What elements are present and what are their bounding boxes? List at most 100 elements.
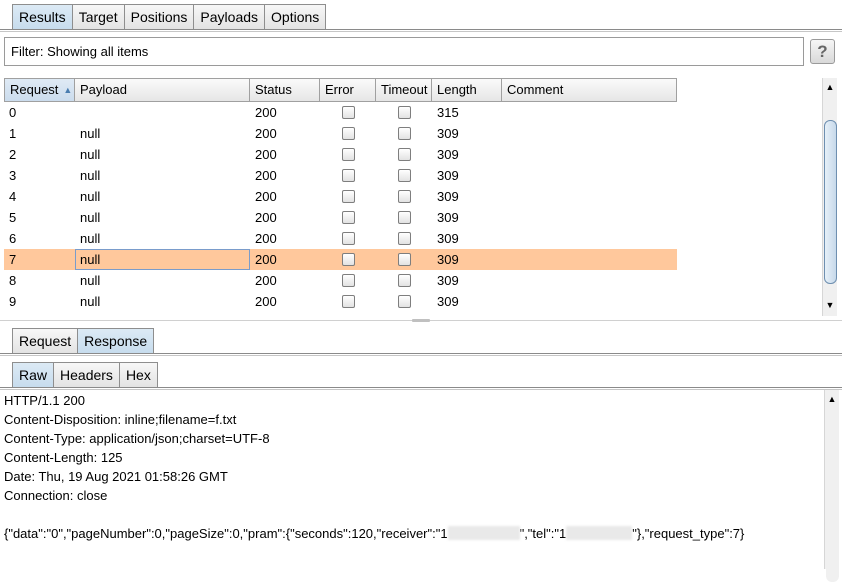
table-row[interactable]: 2 null 200 309 xyxy=(4,144,677,165)
tab-divider xyxy=(0,29,842,30)
help-icon: ? xyxy=(817,42,828,61)
cell-timeout xyxy=(376,123,432,144)
scroll-up-icon[interactable]: ▲ xyxy=(823,80,837,94)
response-header-line: HTTP/1.1 200 xyxy=(4,393,85,408)
cell-payload: null xyxy=(80,189,101,204)
tab-hex[interactable]: Hex xyxy=(118,362,158,387)
timeout-checkbox[interactable] xyxy=(397,106,411,119)
timeout-checkbox[interactable] xyxy=(397,274,411,287)
cell-comment xyxy=(502,123,677,144)
cell-comment xyxy=(502,228,677,249)
response-text-area[interactable]: HTTP/1.1 200 Content-Disposition: inline… xyxy=(0,390,824,569)
cell-request: 2 xyxy=(9,147,17,162)
column-header-length[interactable]: Length xyxy=(432,78,502,102)
cell-length: 309 xyxy=(437,168,459,183)
table-row-selected[interactable]: 7 null 200 309 xyxy=(4,249,677,270)
timeout-checkbox[interactable] xyxy=(397,253,411,266)
cell-error xyxy=(320,207,376,228)
cell-length: 309 xyxy=(437,294,459,309)
column-header-error[interactable]: Error xyxy=(320,78,376,102)
tab-headers[interactable]: Headers xyxy=(53,362,120,387)
timeout-checkbox[interactable] xyxy=(397,190,411,203)
tab-results[interactable]: Results xyxy=(12,4,73,29)
table-row[interactable]: 9 null 200 309 xyxy=(4,291,677,312)
table-row[interactable]: 0 200 315 xyxy=(4,102,677,123)
help-button[interactable]: ? xyxy=(810,39,835,64)
table-row[interactable]: 6 null 200 309 xyxy=(4,228,677,249)
cell-error xyxy=(320,123,376,144)
error-checkbox[interactable] xyxy=(341,232,355,245)
tab-payloads[interactable]: Payloads xyxy=(193,4,266,29)
table-row[interactable]: 4 null 200 309 xyxy=(4,186,677,207)
column-header-status[interactable]: Status xyxy=(250,78,320,102)
table-row[interactable]: 8 null 200 309 xyxy=(4,270,677,291)
tab-positions[interactable]: Positions xyxy=(123,4,195,29)
error-checkbox[interactable] xyxy=(341,169,355,182)
cell-comment xyxy=(502,270,677,291)
cell-error xyxy=(320,291,376,312)
tab-raw[interactable]: Raw xyxy=(12,362,55,387)
cell-request: 0 xyxy=(9,105,17,120)
tab-response[interactable]: Response xyxy=(77,328,155,353)
table-row[interactable]: 3 null 200 309 xyxy=(4,165,677,186)
response-header-line: Content-Length: 125 xyxy=(4,450,123,465)
cell-timeout xyxy=(376,291,432,312)
cell-request: 4 xyxy=(9,189,17,204)
scroll-down-icon[interactable]: ▼ xyxy=(823,298,837,312)
cell-status: 200 xyxy=(255,168,277,183)
error-checkbox[interactable] xyxy=(341,211,355,224)
cell-comment xyxy=(502,207,677,228)
tab-divider xyxy=(0,353,842,354)
cell-payload: null xyxy=(80,231,101,246)
view-tabs: Raw Headers Hex xyxy=(12,362,158,387)
cell-timeout xyxy=(376,186,432,207)
tab-target[interactable]: Target xyxy=(71,4,125,29)
scrollbar-thumb[interactable] xyxy=(824,120,837,284)
error-checkbox[interactable] xyxy=(341,127,355,140)
cell-comment xyxy=(502,186,677,207)
timeout-checkbox[interactable] xyxy=(397,295,411,308)
timeout-checkbox[interactable] xyxy=(397,127,411,140)
splitter-handle-icon[interactable] xyxy=(412,319,430,322)
table-header: Request ▲ Payload Status Error Timeout Le… xyxy=(4,78,677,102)
column-header-payload[interactable]: Payload xyxy=(75,78,250,102)
timeout-checkbox[interactable] xyxy=(397,148,411,161)
error-checkbox[interactable] xyxy=(341,106,355,119)
cell-length: 309 xyxy=(437,189,459,204)
cell-request: 9 xyxy=(9,294,17,309)
timeout-checkbox[interactable] xyxy=(397,232,411,245)
cell-timeout xyxy=(376,249,432,270)
scrollbar-track[interactable] xyxy=(826,410,839,582)
error-checkbox[interactable] xyxy=(341,148,355,161)
error-checkbox[interactable] xyxy=(341,295,355,308)
response-body-line: {"data":"0","pageNumber":0,"pageSize":0,… xyxy=(4,526,745,541)
cell-payload: null xyxy=(80,147,101,162)
response-scrollbar[interactable]: ▲ xyxy=(824,390,839,582)
tab-options[interactable]: Options xyxy=(264,4,327,29)
cell-length: 309 xyxy=(437,147,459,162)
scroll-up-icon[interactable]: ▲ xyxy=(825,392,839,406)
cell-comment xyxy=(502,102,677,123)
cell-error xyxy=(320,270,376,291)
response-header-line: Content-Type: application/json;charset=U… xyxy=(4,431,270,446)
error-checkbox[interactable] xyxy=(341,190,355,203)
error-checkbox[interactable] xyxy=(341,274,355,287)
timeout-checkbox[interactable] xyxy=(397,211,411,224)
table-row[interactable]: 1 null 200 309 xyxy=(4,123,677,144)
cell-payload xyxy=(75,102,250,123)
filter-bar[interactable]: Filter: Showing all items xyxy=(4,37,804,66)
tab-divider xyxy=(0,355,842,356)
cell-status: 200 xyxy=(255,105,277,120)
cell-request: 6 xyxy=(9,231,17,246)
column-header-timeout[interactable]: Timeout xyxy=(376,78,432,102)
cell-request: 5 xyxy=(9,210,17,225)
tab-request[interactable]: Request xyxy=(12,328,79,353)
column-header-comment[interactable]: Comment xyxy=(502,78,677,102)
timeout-checkbox[interactable] xyxy=(397,169,411,182)
table-scrollbar[interactable]: ▲ ▼ xyxy=(822,78,837,316)
error-checkbox[interactable] xyxy=(341,253,355,266)
table-row[interactable]: 5 null 200 309 xyxy=(4,207,677,228)
cell-error xyxy=(320,165,376,186)
main-tabs: Results Target Positions Payloads Option… xyxy=(12,4,327,29)
column-header-request[interactable]: Request ▲ xyxy=(4,78,75,102)
